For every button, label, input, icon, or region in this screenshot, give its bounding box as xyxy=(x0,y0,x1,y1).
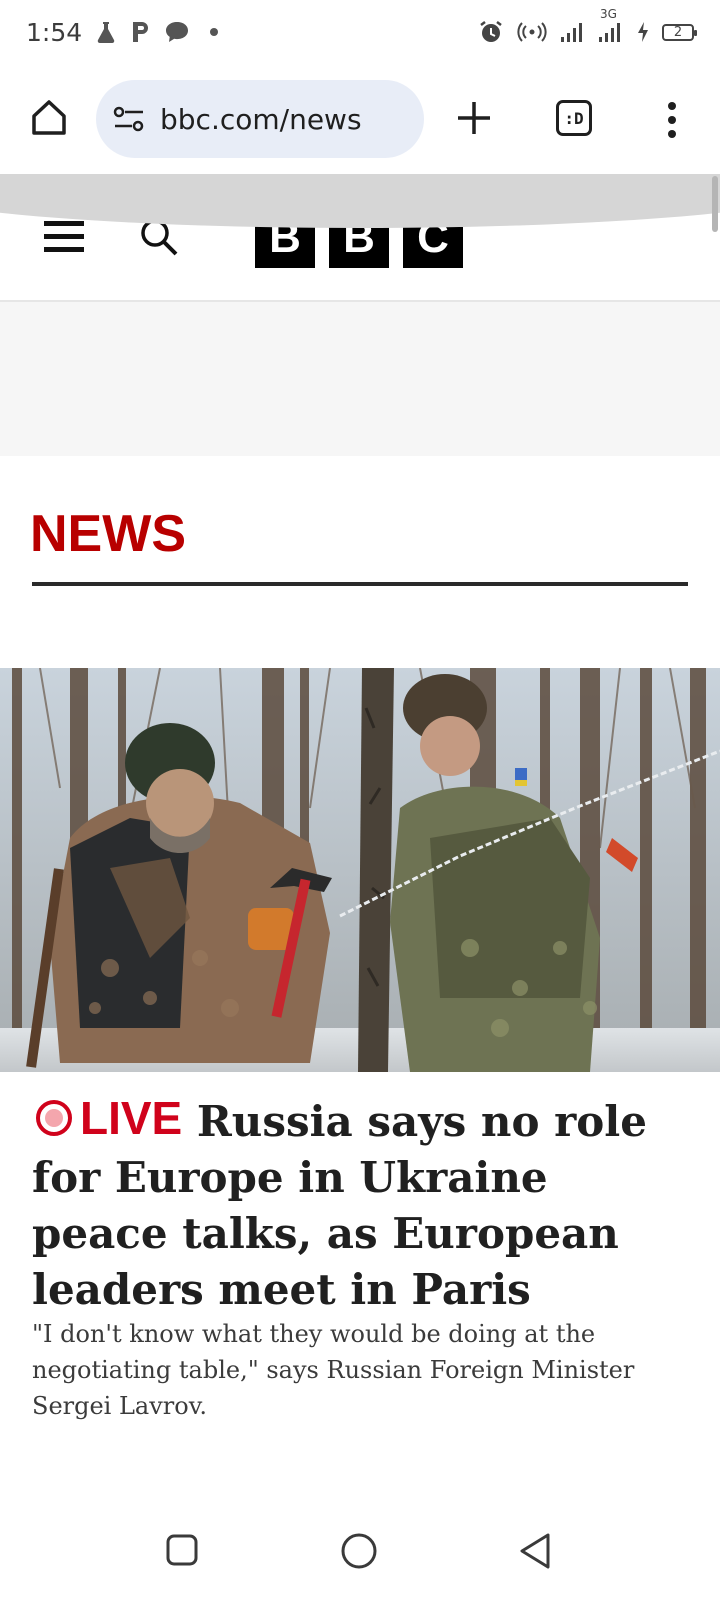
ad-placeholder xyxy=(0,302,720,456)
back-triangle-icon[interactable] xyxy=(518,1532,552,1570)
notification-dot-icon xyxy=(210,28,219,36)
section-title[interactable]: NEWS xyxy=(30,504,186,564)
chat-bubble-icon xyxy=(164,20,190,44)
article-hero-image[interactable] xyxy=(0,668,720,1072)
section-divider xyxy=(32,582,688,586)
page-scrollbar[interactable] xyxy=(712,176,718,232)
live-indicator-icon xyxy=(36,1100,72,1136)
tab-switcher-icon[interactable]: :D xyxy=(556,100,592,136)
signal-3g-icon: 3G xyxy=(598,7,624,43)
more-menu-icon[interactable] xyxy=(662,100,682,140)
live-badge: LIVE xyxy=(32,1090,182,1146)
signal-icon xyxy=(560,21,586,43)
tab-switcher-label: :D xyxy=(564,108,584,128)
site-settings-icon[interactable] xyxy=(112,102,146,136)
web-page: B B C NEWS LIVE Russia says no role for … xyxy=(0,174,720,1514)
pull-to-refresh-overlay xyxy=(0,174,720,228)
home-icon[interactable] xyxy=(28,97,70,139)
battery-level: 2 xyxy=(673,24,683,40)
home-circle-icon[interactable] xyxy=(340,1532,378,1570)
status-bar-left: 1:54 xyxy=(26,17,219,47)
recents-icon[interactable] xyxy=(166,1534,198,1566)
new-tab-icon[interactable] xyxy=(454,98,494,138)
address-bar[interactable]: bbc.com/news xyxy=(96,80,424,158)
status-bar: 1:54 3G 2 xyxy=(0,0,720,64)
article-headline[interactable]: LIVE Russia says no role for Europe in U… xyxy=(32,1090,692,1318)
alarm-icon xyxy=(478,19,504,45)
status-bar-right: 3G 2 xyxy=(478,7,697,45)
charging-icon xyxy=(636,21,650,43)
flask-icon xyxy=(94,20,118,44)
browser-toolbar: bbc.com/news :D xyxy=(0,64,720,174)
status-time: 1:54 xyxy=(26,17,83,47)
battery-icon: 2 xyxy=(662,23,697,41)
live-label: LIVE xyxy=(80,1092,183,1144)
hamburger-menu-icon[interactable] xyxy=(44,220,84,254)
article-summary: "I don't know what they would be doing a… xyxy=(32,1320,635,1420)
p-app-icon xyxy=(130,20,152,44)
hotspot-icon xyxy=(516,21,548,43)
system-navigation-bar xyxy=(0,1514,720,1600)
url-text[interactable]: bbc.com/news xyxy=(160,103,362,136)
